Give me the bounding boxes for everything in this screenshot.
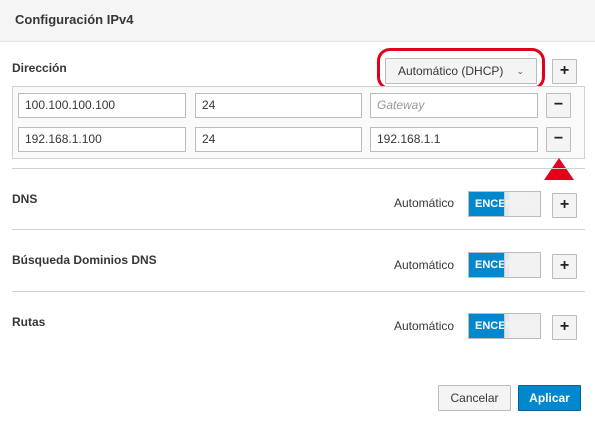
address-label: Dirección: [12, 61, 67, 75]
divider: [12, 291, 585, 292]
prefix-field[interactable]: 24: [195, 93, 362, 118]
annotation-highlight: [377, 48, 545, 90]
address-field[interactable]: 100.100.100.100: [18, 93, 186, 118]
gateway-field[interactable]: Gateway: [370, 93, 538, 118]
routes-auto-toggle[interactable]: ENCENDIDO: [468, 313, 541, 339]
cancel-button[interactable]: Cancelar: [438, 385, 511, 411]
toggle-on-label: ENCENDIDO: [469, 253, 540, 277]
dns-search-auto-toggle[interactable]: ENCENDIDO: [468, 252, 541, 278]
toggle-knob: [504, 253, 540, 277]
add-route-button[interactable]: +: [552, 315, 577, 340]
remove-address-button[interactable]: −: [546, 93, 571, 118]
remove-address-button[interactable]: −: [546, 127, 571, 152]
add-dns-button[interactable]: +: [552, 193, 577, 218]
toggle-knob: [504, 314, 540, 338]
dialog-header: Configuración IPv4: [0, 0, 595, 42]
toggle-on-label: ENCENDIDO: [469, 192, 540, 216]
prefix-field[interactable]: 24: [195, 127, 362, 152]
apply-button[interactable]: Aplicar: [518, 385, 581, 411]
toggle-knob: [504, 192, 540, 216]
dns-auto-label: Automático: [394, 196, 455, 210]
dns-search-auto-label: Automático: [394, 258, 455, 272]
address-field[interactable]: 192.168.1.100: [18, 127, 186, 152]
divider: [12, 229, 585, 230]
routes-auto-label: Automático: [394, 319, 455, 333]
toggle-on-label: ENCENDIDO: [469, 314, 540, 338]
routes-label: Rutas: [12, 315, 46, 329]
add-address-button[interactable]: +: [552, 59, 577, 84]
dns-label: DNS: [12, 192, 38, 206]
dialog-title: Configuración IPv4: [15, 12, 134, 27]
dns-search-label: Búsqueda Dominios DNS: [12, 253, 157, 267]
annotation-arrow: [544, 158, 574, 180]
gateway-field[interactable]: 192.168.1.1: [370, 127, 538, 152]
dns-auto-toggle[interactable]: ENCENDIDO: [468, 191, 541, 217]
add-dns-search-button[interactable]: +: [552, 254, 577, 279]
divider: [12, 168, 585, 169]
